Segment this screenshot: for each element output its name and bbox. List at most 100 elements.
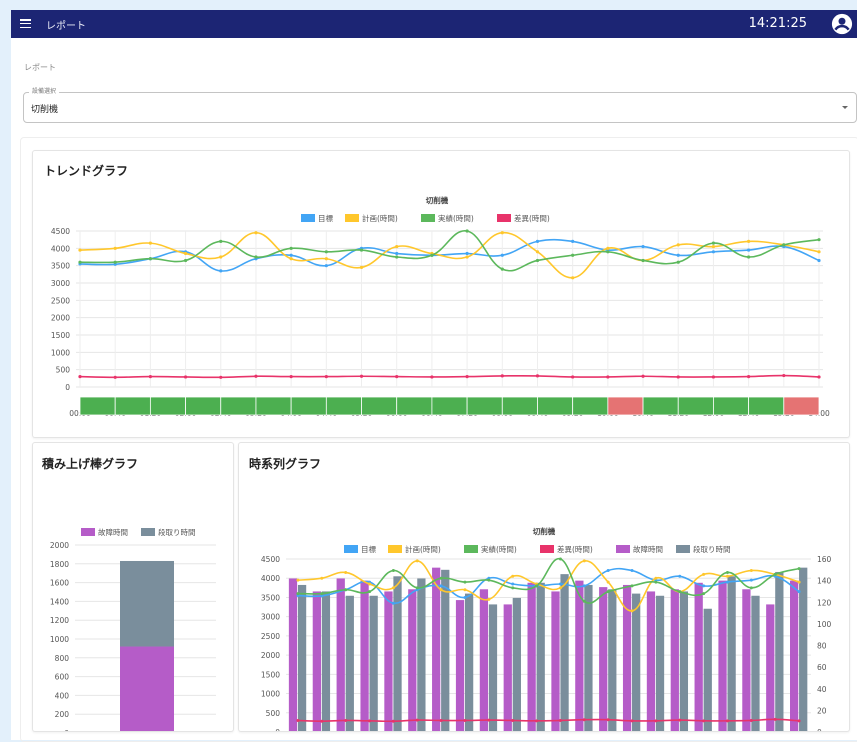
trend-chart: 切削機目標 計画(時間) 実績(時間) 差異(時間) 0 500 1000 1500 2000 2… xyxy=(51,195,830,418)
trend-point xyxy=(606,375,610,379)
ts-point xyxy=(582,559,586,563)
ts-bar-故障時間 xyxy=(360,580,369,731)
ts-bar-故障時間 xyxy=(718,580,727,731)
trend-point xyxy=(817,375,821,379)
ts-point xyxy=(511,718,515,722)
trend-point xyxy=(711,241,716,245)
breadcrumb: レポート xyxy=(24,63,56,72)
ts-bar-故障時間 xyxy=(599,587,608,731)
equipment-select[interactable]: 設備選択 切削機 xyxy=(23,87,857,123)
ts-legend-label: 計画(時間) xyxy=(405,544,441,554)
ts-y-tick: 1500 xyxy=(261,670,280,679)
ts-legend-swatch xyxy=(540,545,554,553)
ts-bar-段取り時間 xyxy=(321,591,331,731)
timeseries-card: 時系列グラフ 切削機目標計画(時間)実績(時間)差異(時間)故障時間段取り時間0… xyxy=(238,442,850,732)
account-circle-icon[interactable] xyxy=(831,13,853,35)
ts-point xyxy=(582,599,586,603)
ts-point xyxy=(535,719,539,723)
ts-point xyxy=(487,597,491,601)
ts-bar-故障時間 xyxy=(575,580,584,731)
status-segment xyxy=(79,396,116,416)
trend-point xyxy=(395,375,399,379)
trend-point xyxy=(113,260,117,264)
ts-bar-段取り時間 xyxy=(560,574,569,731)
ts-point xyxy=(463,580,467,584)
trend-card: トレンドグラフ 切削機 目標 計画(時間) 実績(時間) 差異(時間) 0 500 1000 1… xyxy=(32,150,850,438)
ts-point xyxy=(320,719,324,723)
ts-bar-故障時間 xyxy=(432,567,441,731)
trend-point xyxy=(254,231,258,235)
trend-y-tick: 3000 xyxy=(51,279,70,288)
ts-point xyxy=(630,719,634,723)
stacked-y-tick: 600 xyxy=(55,673,70,682)
ts-bar-段取り時間 xyxy=(751,595,760,731)
stacked-y-tick: 800 xyxy=(55,654,70,663)
ts-point xyxy=(463,595,467,599)
status-segment xyxy=(607,396,644,416)
ts-legend-swatch xyxy=(676,545,690,553)
status-segment xyxy=(396,396,433,416)
ts-point xyxy=(463,588,467,592)
ts-point xyxy=(391,586,395,590)
ts-point xyxy=(630,569,634,573)
status-segment xyxy=(537,396,574,416)
stacked-y-tick: 1600 xyxy=(50,579,69,588)
ts-point xyxy=(725,570,729,574)
trend-point xyxy=(782,373,786,378)
trend-point xyxy=(219,239,223,243)
ts-y2-tick: 120 xyxy=(817,598,832,607)
status-segment xyxy=(642,396,679,416)
trend-point xyxy=(606,250,610,254)
ts-point xyxy=(439,588,443,592)
trend-point xyxy=(289,253,293,257)
status-segment xyxy=(255,396,292,416)
trend-point xyxy=(78,260,82,264)
ts-bar-段取り時間 xyxy=(703,608,712,731)
status-segment xyxy=(149,396,186,416)
ts-point xyxy=(606,580,610,584)
trend-point xyxy=(183,251,188,256)
status-segment xyxy=(325,396,362,416)
chevron-down-icon[interactable] xyxy=(842,106,848,109)
ts-bar-段取り時間 xyxy=(727,576,736,731)
ts-bar-故障時間 xyxy=(646,591,656,731)
ts-bar-段取り時間 xyxy=(297,584,307,731)
trend-point xyxy=(113,246,117,250)
trend-point xyxy=(324,250,328,254)
equipment-select-value: 切削機 xyxy=(31,105,59,115)
trend-point xyxy=(500,231,504,235)
trend-point xyxy=(324,375,328,379)
ts-point xyxy=(344,570,348,574)
trend-point xyxy=(641,374,645,378)
trend-legend-label: 計画(時間) xyxy=(362,213,398,223)
trend-line-差異(時間) xyxy=(79,374,820,379)
ts-point xyxy=(415,559,419,563)
status-segment xyxy=(466,396,503,416)
ts-y2-tick: 40 xyxy=(817,685,827,694)
ts-point xyxy=(702,572,706,576)
status-segment xyxy=(501,396,538,416)
trend-point xyxy=(359,374,364,378)
trend-point xyxy=(711,375,716,379)
ts-y-tick: 3500 xyxy=(261,593,280,602)
ts-bar-段取り時間 xyxy=(775,571,784,731)
trend-point xyxy=(395,245,399,249)
menu-icon[interactable] xyxy=(20,19,31,29)
ts-point xyxy=(654,719,658,723)
trend-legend-swatch xyxy=(301,214,315,222)
status-segment xyxy=(185,396,222,416)
trend-point xyxy=(641,245,645,249)
ts-bar-故障時間 xyxy=(312,591,321,731)
ts-bar-段取り時間 xyxy=(632,593,641,731)
trend-point xyxy=(148,257,152,261)
stacked-y-tick: 1200 xyxy=(50,616,69,625)
ts-point xyxy=(415,586,419,590)
ts-point xyxy=(797,567,801,571)
trend-point xyxy=(817,250,821,254)
ts-bar-段取り時間 xyxy=(536,582,545,731)
clock: 14:21:25 xyxy=(748,16,807,31)
ts-point xyxy=(558,582,562,586)
ts-bar-故障時間 xyxy=(479,589,489,731)
ts-point xyxy=(511,582,515,586)
trend-y-tick: 4500 xyxy=(51,227,70,236)
